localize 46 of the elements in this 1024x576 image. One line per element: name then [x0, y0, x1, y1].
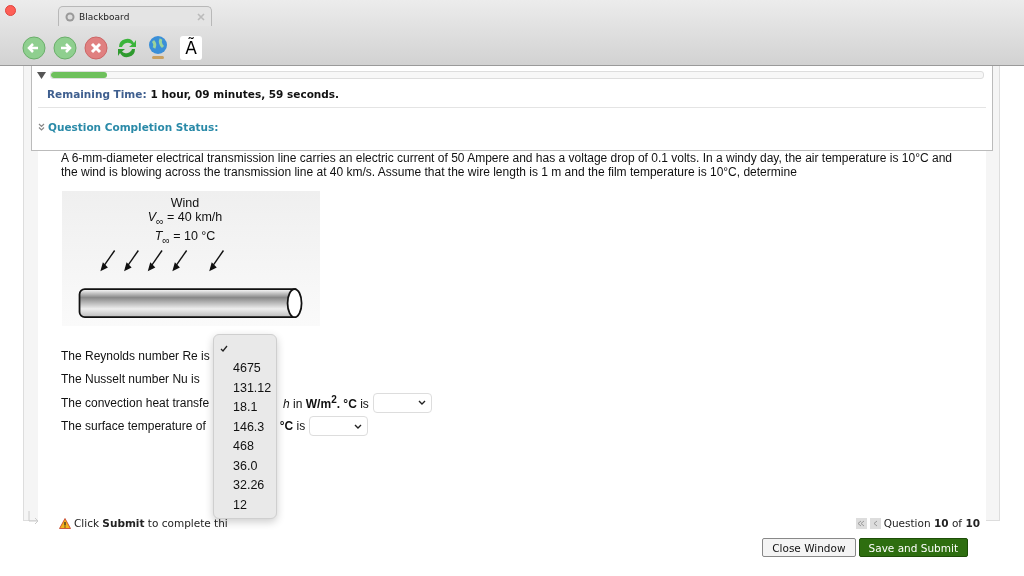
close-window-button[interactable]: [5, 5, 16, 16]
refresh-icon[interactable]: [115, 36, 139, 60]
dropdown-option[interactable]: 12: [233, 497, 247, 512]
stop-icon[interactable]: [84, 36, 108, 60]
question-prompt: The Nusselt number Nu is: [61, 372, 200, 387]
close-icon[interactable]: [197, 12, 205, 21]
warning-icon: [59, 517, 71, 529]
chevron-left-icon: [872, 519, 878, 527]
dropdown-option[interactable]: 131.12: [233, 380, 272, 395]
double-chevron-left-icon: [857, 519, 866, 527]
answer-select[interactable]: [309, 416, 369, 437]
completion-status-toggle[interactable]: Question Completion Status:: [48, 121, 219, 133]
tab-title: Blackboard: [79, 11, 131, 22]
return-arrow-icon: [27, 511, 39, 525]
close-button[interactable]: Close Window: [762, 538, 856, 557]
dropdown-option[interactable]: 36.0: [233, 458, 258, 473]
back-icon[interactable]: [22, 36, 46, 60]
figure-label: T$_{∞}$ = 10 °C: [154, 228, 216, 247]
first-page-button[interactable]: [855, 517, 867, 529]
chevron-down-icon: [354, 423, 363, 429]
dropdown-option[interactable]: 146.3: [233, 419, 265, 434]
submit-notice: Click Submit to complete thi: [74, 517, 228, 529]
expand-icon[interactable]: [38, 123, 45, 131]
text-size-button[interactable]: Ã: [180, 36, 202, 60]
answer-select[interactable]: [372, 392, 432, 413]
question-prompt: h in W/m$^{2}$. °C is: [283, 394, 369, 412]
question-prompt: The convection heat transfe: [61, 395, 210, 410]
previous-page-button[interactable]: [869, 517, 881, 529]
figure-label: Wind: [170, 196, 200, 210]
question-text: A 6-mm-diameter electrical transmission line carries an electric current of 50 Ampere and has a voltage drop of 0.1 volts. In a windy day, the air temperature is 10°C and the wind is blowing across the transmission line at 40 km/s. Assume that the wire length is 1 m and the film temperature is 10°C, determine: [61, 151, 953, 179]
dropdown-option[interactable]: 32.26: [233, 478, 265, 493]
figure-label: V$_{∞}$ = 40 km/h: [147, 210, 223, 229]
dropdown-option[interactable]: 468: [233, 439, 254, 454]
question-prompt: The surface temperature of: [61, 419, 206, 434]
dropdown-option[interactable]: 4675: [233, 361, 261, 376]
browser-tab[interactable]: Blackboard: [58, 6, 212, 26]
dropdown-option[interactable]: 18.1: [233, 400, 258, 415]
submit-button[interactable]: Save and Submit: [858, 538, 968, 557]
question-counter: Question 10 of 10: [883, 517, 980, 529]
question-prompt: The Reynolds number Re is: [61, 348, 210, 363]
chevron-down-icon: [417, 400, 426, 406]
collapse-icon[interactable]: [37, 71, 46, 79]
question-prompt: °C is: [279, 419, 306, 434]
forward-icon[interactable]: [53, 36, 77, 60]
remaining-time-value: 1 hour, 09 minutes, 59 seconds.: [150, 88, 340, 100]
remaining-time-label: Remaining Time:: [47, 88, 147, 100]
